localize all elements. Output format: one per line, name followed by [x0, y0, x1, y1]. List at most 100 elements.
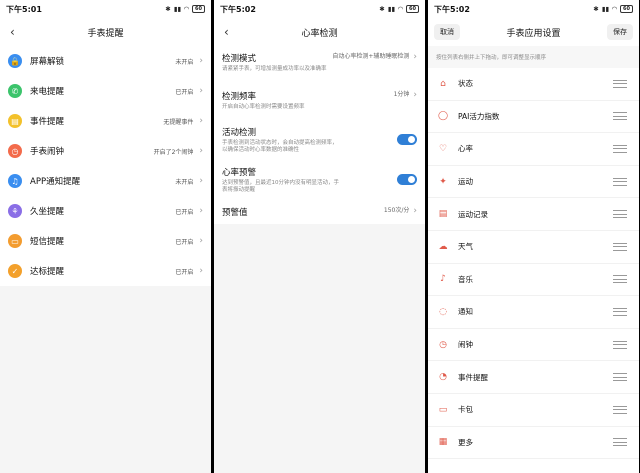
- reminder-item[interactable]: ▤ 事件提醒 无提醒事件 ›: [0, 106, 211, 136]
- reminder-item[interactable]: ▭ 短信提醒 已开启 ›: [0, 226, 211, 256]
- app-row[interactable]: ◔ 事件提醒: [428, 361, 639, 394]
- watch-reminder-screen: 下午5:01 ✱ ▮▮ ◠ 60 ‹ 手表提醒 🔒 屏幕解锁 未开启 › ✆ 来…: [0, 0, 211, 473]
- reminder-value: 开启了2个闹钟: [153, 148, 194, 156]
- reminder-value: 无提醒事件: [163, 118, 194, 126]
- chevron-right-icon: ›: [199, 56, 203, 66]
- reminder-label: 事件提醒: [30, 117, 65, 127]
- reminder-item[interactable]: 🔒 屏幕解锁 未开启 ›: [0, 46, 211, 76]
- bluetooth-icon: ✱: [165, 5, 171, 13]
- app-row[interactable]: ☁ 天气: [428, 230, 639, 264]
- app-row[interactable]: ♡ 心率: [428, 133, 639, 166]
- reminder-item[interactable]: ⚘ 久坐提醒 已开启 ›: [0, 196, 211, 226]
- setting-value: 150次/分: [383, 207, 410, 214]
- app-settings-screen: 下午5:02 ✱ ▮▮ ◠ 60 取消 手表应用设置 保存 按住列表右侧并上下拖…: [428, 0, 639, 473]
- app-row[interactable]: ♪ 音乐: [428, 263, 639, 297]
- drag-handle-icon[interactable]: [613, 438, 627, 447]
- cancel-button[interactable]: 取消: [434, 24, 460, 40]
- setting-desc: 请紧紧手表，可增加测量成功率以及准确率: [222, 66, 327, 72]
- drag-handle-icon[interactable]: [613, 79, 627, 88]
- chevron-right-icon: ›: [199, 266, 203, 276]
- reminder-item[interactable]: ✆ 来电提醒 已开启 ›: [0, 76, 211, 106]
- app-label: 闹钟: [458, 340, 473, 350]
- reminder-value: 已开启: [175, 88, 194, 96]
- app-row[interactable]: ◷ 闹钟: [428, 328, 639, 362]
- reminder-label: 久坐提醒: [30, 207, 65, 217]
- app-label: 状态: [458, 79, 473, 89]
- status-icons: ✱ ▮▮ ◠ 60: [165, 5, 205, 13]
- drag-handle-icon[interactable]: [613, 373, 627, 382]
- detect-frequency-setting[interactable]: 检测频率 开启自动心率检测时需要设置频率 1分钟 ›: [214, 84, 425, 120]
- lock-icon: 🔒: [8, 54, 22, 68]
- status-bar: 下午5:02 ✱ ▮▮ ◠ 60: [214, 0, 425, 18]
- note-icon: ▤: [8, 114, 22, 128]
- title-bar: ‹ 心率检测: [214, 18, 425, 46]
- reminder-label: 来电提醒: [30, 87, 65, 97]
- back-icon[interactable]: ‹: [224, 25, 238, 39]
- alarm-icon: ◷: [8, 144, 22, 158]
- drag-handle-icon[interactable]: [613, 242, 627, 251]
- detect-mode-setting[interactable]: 检测模式 请紧紧手表，可增加测量成功率以及准确率 自动心率检测+辅助睡眠检测 ›: [214, 46, 425, 84]
- drag-handle-icon[interactable]: [613, 307, 627, 316]
- sms-icon: ▭: [8, 234, 22, 248]
- signal-icon: ▮▮: [387, 5, 396, 13]
- setting-value: 1分钟: [393, 91, 410, 98]
- heart-rate-warning-toggle[interactable]: [397, 174, 417, 185]
- app-label: PAI活力指数: [458, 111, 500, 121]
- status-time: 下午5:01: [6, 4, 42, 14]
- reorder-hint: 按住列表右侧并上下拖动，即可调整显示顺序: [428, 46, 639, 68]
- reminder-label: 屏幕解锁: [30, 57, 65, 67]
- reminder-item[interactable]: ✓ 达标提醒 已开启 ›: [0, 256, 211, 286]
- status-icons: ✱ ▮▮ ◠ 60: [593, 5, 633, 13]
- music-icon: ♪: [440, 274, 446, 285]
- page-title: 心率检测: [301, 28, 338, 39]
- setting-title: 心率预警: [222, 168, 257, 178]
- save-button[interactable]: 保存: [607, 24, 633, 40]
- bluetooth-icon: ✱: [593, 5, 599, 13]
- drag-handle-icon[interactable]: [613, 112, 627, 121]
- battery-icon: 60: [620, 5, 633, 13]
- app-label: 卡包: [458, 405, 473, 415]
- notify-icon: ◌: [439, 306, 447, 317]
- heart-icon: ♡: [438, 143, 448, 154]
- reminder-value: 未开启: [175, 178, 194, 186]
- drag-handle-icon[interactable]: [613, 275, 627, 284]
- home-icon: ⌂: [440, 78, 446, 89]
- sit-icon: ⚘: [8, 204, 22, 218]
- run-icon: ✦: [439, 176, 447, 187]
- chevron-right-icon: ›: [199, 206, 203, 216]
- drag-handle-icon[interactable]: [613, 177, 627, 186]
- app-label: 音乐: [458, 274, 473, 284]
- app-label: 更多: [458, 437, 473, 447]
- screens: 下午5:01 ✱ ▮▮ ◠ 60 ‹ 手表提醒 🔒 屏幕解锁 未开启 › ✆ 来…: [0, 0, 640, 473]
- drag-handle-icon[interactable]: [613, 405, 627, 414]
- drag-handle-icon[interactable]: [613, 340, 627, 349]
- app-row[interactable]: ✦ 运动: [428, 165, 639, 199]
- chevron-right-icon: ›: [199, 146, 203, 156]
- app-label: 天气: [458, 242, 473, 252]
- app-row[interactable]: ▦ 更多: [428, 426, 639, 460]
- reminder-item[interactable]: ◷ 手表闹钟 开启了2个闹钟 ›: [0, 136, 211, 166]
- reminder-value: 已开启: [175, 238, 194, 246]
- reminder-label: 短信提醒: [30, 237, 65, 247]
- setting-right: [397, 134, 417, 145]
- phone-icon: ✆: [8, 84, 22, 98]
- wifi-icon: ◠: [612, 5, 618, 13]
- app-row[interactable]: ▭ 卡包: [428, 393, 639, 427]
- app-row[interactable]: ◌ 通知: [428, 296, 639, 329]
- app-row[interactable]: ⌂ 状态: [428, 68, 639, 101]
- activity-detect-toggle[interactable]: [397, 134, 417, 145]
- back-icon[interactable]: ‹: [10, 25, 24, 39]
- app-row[interactable]: ◯ PAI活力指数: [428, 100, 639, 134]
- status-bar: 下午5:02 ✱ ▮▮ ◠ 60: [428, 0, 639, 18]
- drag-handle-icon[interactable]: [613, 210, 627, 219]
- record-icon: ▤: [438, 209, 448, 220]
- app-label: 运动记录: [458, 209, 488, 219]
- reminder-list: 🔒 屏幕解锁 未开启 › ✆ 来电提醒 已开启 › ▤ 事件提醒 无提醒事件 ›…: [0, 46, 211, 286]
- warning-value-setting[interactable]: 预警值 150次/分 ›: [214, 196, 425, 224]
- chevron-right-icon: ›: [413, 90, 417, 100]
- app-row[interactable]: ▤ 运动记录: [428, 198, 639, 231]
- heart-rate-screen: 下午5:02 ✱ ▮▮ ◠ 60 ‹ 心率检测 检测模式 请紧紧手表，可增加测量…: [214, 0, 425, 473]
- alarm-icon: ◷: [439, 339, 447, 350]
- reminder-item[interactable]: ♫ APP通知提醒 未开启 ›: [0, 166, 211, 196]
- drag-handle-icon[interactable]: [613, 144, 627, 153]
